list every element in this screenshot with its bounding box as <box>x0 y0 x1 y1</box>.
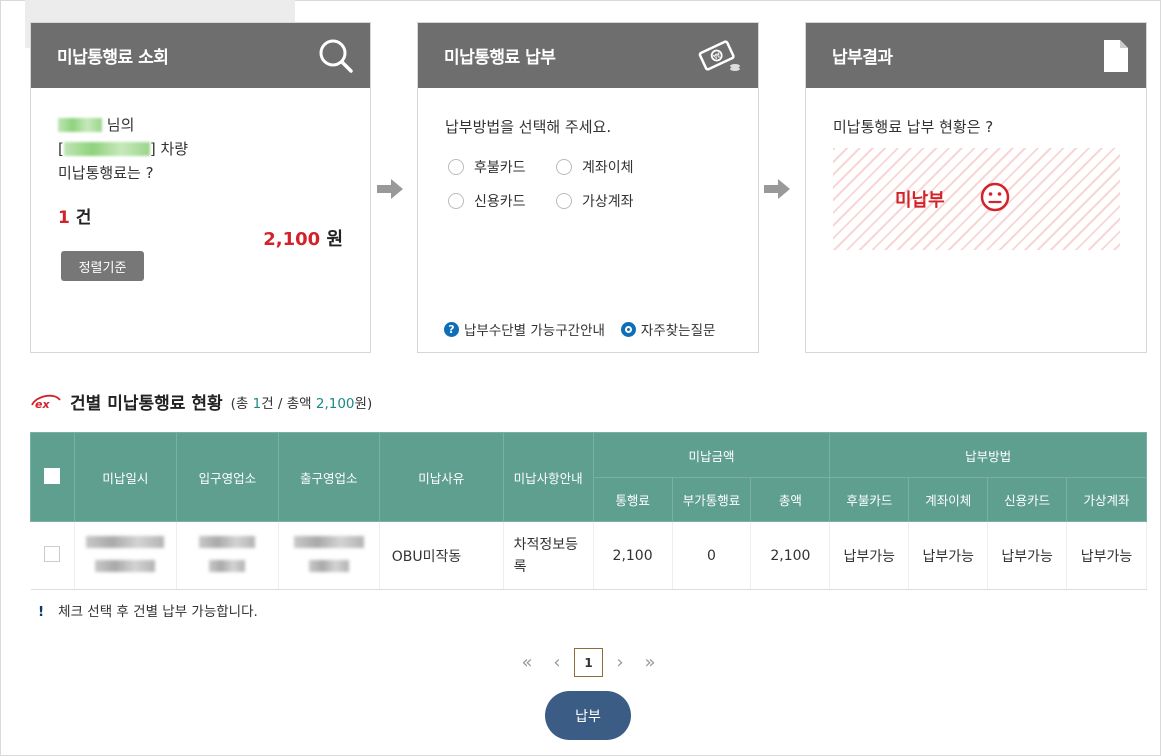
arrow-right-icon <box>377 179 403 199</box>
unpaid-amount: 2,100 원 <box>263 229 343 250</box>
header-guide: 미납사항안내 <box>502 432 594 522</box>
masked-plate <box>63 142 150 156</box>
header-method-credit: 신용카드 <box>987 477 1068 522</box>
header-method-virtual: 가상계좌 <box>1066 477 1147 522</box>
unpaid-table: 미납일시 입구영업소 출구영업소 미납사유 미납사항안내 미납금액 납부방법 통… <box>30 432 1147 590</box>
payment-card-header: 미납통행료 납부 ₩ <box>418 23 758 88</box>
option-bank-transfer[interactable]: 계좌이체 <box>556 157 664 177</box>
option-virtual-account[interactable]: 가상계좌 <box>556 191 664 211</box>
masked-name <box>58 118 102 132</box>
method-virtual-cell: 납부가능 <box>1066 521 1147 590</box>
table-row: OBU미작동 차적정보등록 2,100 0 2,100 납부가능 납부가능 납부… <box>30 521 1147 590</box>
header-exit: 출구영업소 <box>277 432 380 522</box>
row-select-cell <box>30 521 75 590</box>
masked-entry <box>176 521 279 590</box>
guide-link[interactable]: ? 납부수단별 가능구간안내 <box>444 319 605 339</box>
radio-icon[interactable] <box>448 193 464 209</box>
pagination: « ‹ 1 › » <box>512 648 665 677</box>
result-prompt: 미납통행료 납부 현황은 ? <box>833 118 994 136</box>
masked-exit <box>278 521 380 590</box>
faq-link[interactable]: 자주찾는질문 <box>620 319 715 339</box>
sad-face-icon <box>980 182 1010 212</box>
result-card-title: 납부결과 <box>832 48 893 68</box>
header-total: 총액 <box>750 477 831 522</box>
payment-options-row: 후불카드 계좌이체 <box>448 157 664 177</box>
result-card-header: 납부결과 <box>806 23 1146 88</box>
money-icon: ₩ <box>698 39 740 71</box>
svg-text:ex: ex <box>35 398 50 410</box>
total-cell: 2,100 <box>750 521 831 590</box>
question-icon: ? <box>444 321 459 337</box>
unpaid-count: 1 건 <box>58 208 92 228</box>
search-icon <box>319 39 353 73</box>
section-title: ex 건별 미납통행료 현황 (총 1건 / 총액 2,100원) <box>30 389 372 414</box>
overlay-patch <box>25 0 295 24</box>
payment-card: 미납통행료 납부 ₩ 납부방법을 선택해 주세요. 후불카드 계좌이체 신용카드… <box>417 22 759 353</box>
owner-info: 님의 [] 차량 미납통행료는 ? <box>58 113 188 185</box>
notice-mark: ! <box>38 604 45 620</box>
result-card: 납부결과 미납통행료 납부 현황은 ? 미납부 <box>805 22 1147 353</box>
pay-button[interactable]: 납부 <box>545 691 631 740</box>
inquiry-card-title: 미납통행료 소회 <box>57 48 169 68</box>
document-icon <box>1104 39 1128 72</box>
header-amount-group: 미납금액 <box>592 432 831 478</box>
masked-date <box>74 521 177 590</box>
arrow-right-icon <box>764 179 790 199</box>
ex-logo: ex <box>31 394 61 410</box>
payment-prompt: 납부방법을 선택해 주세요. <box>445 118 612 136</box>
radio-icon[interactable] <box>448 159 464 175</box>
select-all-checkbox[interactable] <box>44 467 61 484</box>
header-entry: 입구영업소 <box>175 432 279 522</box>
header-extra: 부가통행료 <box>671 477 752 522</box>
header-method-group: 납부방법 <box>829 432 1147 478</box>
result-status-box: 미납부 <box>833 148 1120 250</box>
guide-cell: 차적정보등록 <box>503 521 594 590</box>
inquiry-card-header: 미납통행료 소회 <box>31 23 370 88</box>
header-date: 미납일시 <box>73 432 177 522</box>
sort-button[interactable]: 정렬기준 <box>61 251 144 281</box>
payment-options-row: 신용카드 가상계좌 <box>448 191 664 211</box>
first-page-button[interactable]: « <box>512 649 542 677</box>
notice-text: 체크 선택 후 건별 납부 가능합니다. <box>58 604 258 620</box>
extra-cell: 0 <box>672 521 752 590</box>
option-postpaid-card[interactable]: 후불카드 <box>448 157 556 177</box>
row-checkbox[interactable] <box>44 545 61 562</box>
section-summary: (총 1건 / 총액 2,100원) <box>230 395 373 412</box>
last-page-button[interactable]: » <box>635 649 665 677</box>
section-heading: 건별 미납통행료 현황 <box>70 394 223 414</box>
inquiry-question: 미납통행료는 ? <box>58 164 154 182</box>
method-credit-cell: 납부가능 <box>987 521 1068 590</box>
method-transfer-cell: 납부가능 <box>908 521 989 590</box>
payment-links: ? 납부수단별 가능구간안내 자주찾는질문 <box>444 319 715 339</box>
radio-icon[interactable] <box>556 159 572 175</box>
faq-icon <box>620 321 636 337</box>
header-reason: 미납사유 <box>378 432 504 522</box>
header-method-transfer: 계좌이체 <box>908 477 989 522</box>
header-toll: 통행료 <box>592 477 673 522</box>
method-postpaid-cell: 납부가능 <box>829 521 910 590</box>
select-all-cell <box>30 432 75 522</box>
owner-suffix: 님의 <box>106 116 135 134</box>
result-status: 미납부 <box>895 190 945 211</box>
prev-page-button[interactable]: ‹ <box>542 649 572 677</box>
vehicle-suffix: 차량 <box>160 140 189 158</box>
next-page-button[interactable]: › <box>605 649 635 677</box>
inquiry-card: 미납통행료 소회 님의 [] 차량 미납통행료는 ? 1 건 2,100 원 정… <box>30 22 371 353</box>
header-method-postpaid: 후불카드 <box>829 477 910 522</box>
toll-cell: 2,100 <box>593 521 673 590</box>
current-page[interactable]: 1 <box>574 648 603 677</box>
reason-cell: OBU미작동 <box>379 521 504 590</box>
payment-card-title: 미납통행료 납부 <box>444 48 556 68</box>
radio-icon[interactable] <box>556 193 572 209</box>
option-credit-card[interactable]: 신용카드 <box>448 191 556 211</box>
notice: ! 체크 선택 후 건별 납부 가능합니다. <box>38 600 258 620</box>
